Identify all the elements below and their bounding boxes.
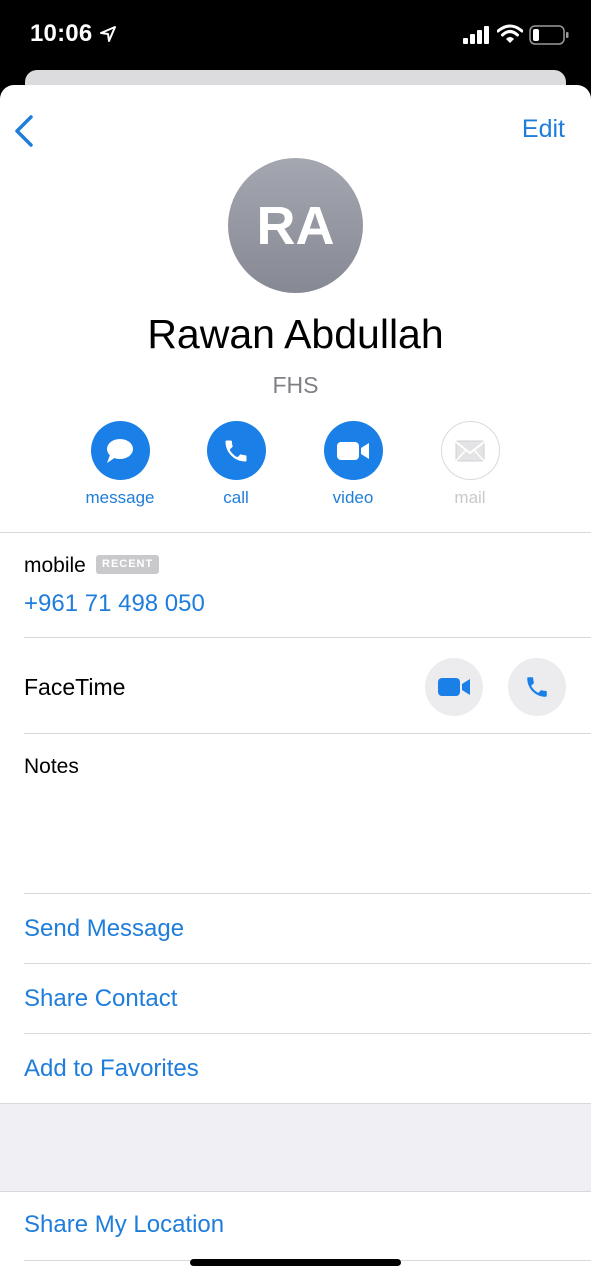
- divider: [24, 1033, 591, 1034]
- video-action-button[interactable]: video: [303, 421, 403, 508]
- divider: [24, 963, 591, 964]
- avatar: RA: [228, 158, 363, 293]
- facetime-audio-button[interactable]: [508, 658, 566, 716]
- share-contact-link[interactable]: Share Contact: [24, 985, 177, 1013]
- divider: [0, 1103, 591, 1104]
- location-arrow-icon: [100, 26, 116, 47]
- video-camera-icon: [438, 678, 470, 696]
- section-separator: [0, 1104, 591, 1191]
- add-to-favorites-link[interactable]: Add to Favorites: [24, 1055, 199, 1083]
- divider: [24, 637, 591, 638]
- status-bar: 10:06: [0, 0, 591, 70]
- call-action-button[interactable]: call: [186, 421, 286, 508]
- back-button[interactable]: [10, 111, 42, 151]
- divider: [0, 1191, 591, 1192]
- mail-action-label: mail: [454, 488, 486, 507]
- facetime-video-button[interactable]: [425, 658, 483, 716]
- divider: [24, 733, 591, 734]
- send-message-link[interactable]: Send Message: [24, 915, 184, 943]
- notes-field[interactable]: [24, 785, 567, 885]
- mail-action-button[interactable]: mail: [420, 421, 520, 508]
- home-indicator[interactable]: [190, 1259, 401, 1266]
- message-action-label: message: [85, 488, 155, 507]
- edit-button[interactable]: Edit: [522, 115, 565, 144]
- call-action-label: call: [223, 488, 249, 507]
- wifi-icon: [496, 24, 524, 49]
- phone-icon: [206, 421, 266, 480]
- phone-icon: [527, 677, 547, 697]
- message-bubble-icon: [90, 421, 150, 480]
- status-time: 10:06: [30, 20, 93, 47]
- recent-badge: RECENT: [96, 555, 160, 574]
- contact-name: Rawan Abdullah: [147, 311, 444, 357]
- envelope-icon: [440, 421, 500, 480]
- contact-company: FHS: [272, 372, 319, 398]
- cellular-signal-icon: [463, 26, 491, 49]
- share-my-location-link[interactable]: Share My Location: [24, 1211, 224, 1239]
- message-action-button[interactable]: message: [70, 421, 170, 508]
- chevron-left-icon: [15, 115, 33, 147]
- divider: [24, 893, 591, 894]
- phone-type-label: mobile: [24, 554, 86, 577]
- video-camera-icon: [323, 421, 383, 480]
- facetime-label: FaceTime: [24, 674, 126, 700]
- notes-label: Notes: [24, 755, 79, 778]
- contact-sheet: Edit RA Rawan Abdullah FHS message call …: [0, 85, 591, 1280]
- phone-number[interactable]: +961 71 498 050: [24, 590, 205, 618]
- video-action-label: video: [332, 488, 374, 507]
- divider: [0, 532, 591, 533]
- battery-icon: [529, 25, 569, 50]
